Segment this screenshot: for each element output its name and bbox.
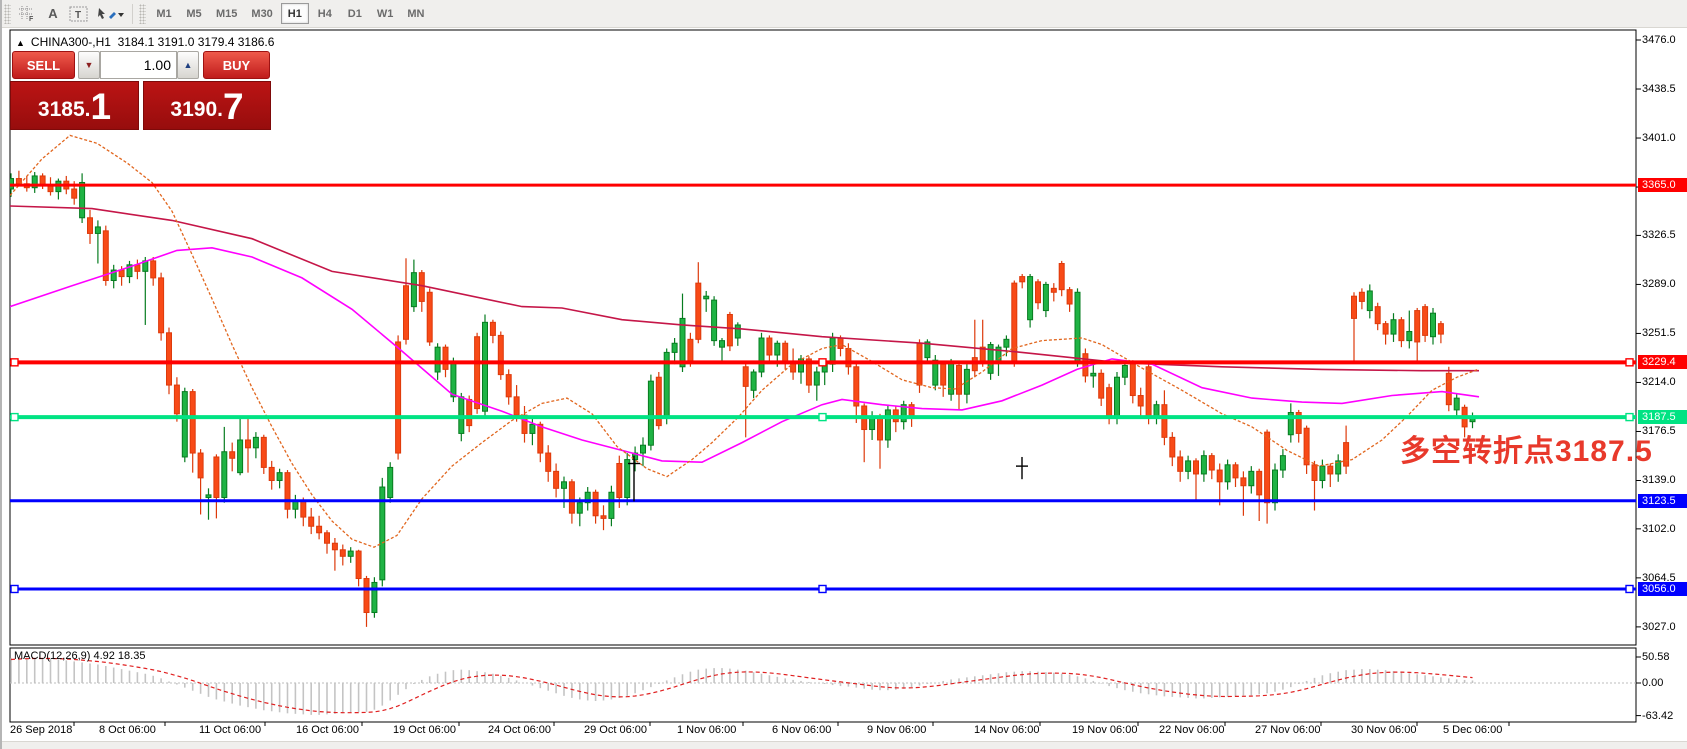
volume-input[interactable] [100,51,177,79]
price-tick-label: 3438.5 [1642,83,1687,95]
time-tick-label: 19 Nov 06:00 [1072,724,1137,736]
status-bar [2,741,1687,749]
price-tick-label: 3401.0 [1642,132,1687,144]
time-tick-label: 24 Oct 06:00 [488,724,551,736]
buy-price-main: 3190 [170,95,217,125]
macd-indicator-label: MACD(12,26,9) 4.92 18.35 [14,650,145,662]
sell-price-pips: 1 [90,88,111,125]
price-tick-label: 3214.0 [1642,376,1687,388]
time-tick-label: 6 Nov 06:00 [772,724,831,736]
macd-tick-label: -63.42 [1642,710,1687,722]
sell-button[interactable]: SELL [12,51,75,79]
chart-title: ▲ CHINA300-,H1 3184.1 3191.0 3179.4 3186.… [16,35,274,49]
buy-price-pips: 7 [223,88,244,125]
ohlc-readout: 3184.1 3191.0 3179.4 3186.6 [118,35,275,49]
annotation-text[interactable]: 多空转折点3187.5 [1400,426,1653,470]
price-tick-label: 3176.5 [1642,425,1687,437]
symbol-period: CHINA300-,H1 [31,35,111,49]
price-line-label: 3056.0 [1638,582,1687,596]
time-tick-label: 22 Nov 06:00 [1159,724,1224,736]
time-tick-label: 11 Oct 06:00 [199,724,261,736]
price-tick-label: 3289.0 [1642,278,1687,290]
panel-collapse-icon[interactable]: ▲ [16,38,25,48]
macd-tick-label: 0.00 [1642,677,1687,689]
price-line-label: 3187.5 [1638,410,1687,424]
price-tick-label: 3326.5 [1642,229,1687,241]
price-tick-label: 3102.0 [1642,523,1687,535]
time-tick-label: 5 Dec 06:00 [1443,724,1502,736]
time-tick-label: 29 Oct 06:00 [584,724,647,736]
sell-price-main: 3185 [38,95,85,125]
price-tick-label: 3476.0 [1642,34,1687,46]
time-tick-label: 19 Oct 06:00 [393,724,456,736]
volume-increase-button[interactable]: ▲ [177,51,199,79]
price-line-label: 3365.0 [1638,178,1687,192]
price-line-label: 3229.4 [1638,355,1687,369]
time-tick-label: 30 Nov 06:00 [1351,724,1416,736]
time-tick-label: 26 Sep 2018 [10,724,72,736]
mt4-window: F A T M1M5M15M30H1H4D1W1MN ▲CHINA300-,H1… [0,0,1687,749]
price-tick-label: 3027.0 [1642,621,1687,633]
time-tick-label: 14 Nov 06:00 [974,724,1039,736]
time-tick-label: 8 Oct 06:00 [99,724,156,736]
price-line-label: 3123.5 [1638,494,1687,508]
time-tick-label: 27 Nov 06:00 [1255,724,1320,736]
sell-price-display[interactable]: 3185.1 [10,81,139,130]
price-tick-label: 3251.5 [1642,327,1687,339]
time-tick-label: 9 Nov 06:00 [867,724,926,736]
time-tick-label: 16 Oct 06:00 [296,724,359,736]
price-tick-label: 3139.0 [1642,474,1687,486]
time-tick-label: 1 Nov 06:00 [677,724,736,736]
macd-tick-label: 50.58 [1642,651,1687,663]
buy-price-display[interactable]: 3190.7 [143,81,271,130]
buy-button[interactable]: BUY [203,51,270,79]
volume-decrease-button[interactable]: ▼ [78,51,100,79]
